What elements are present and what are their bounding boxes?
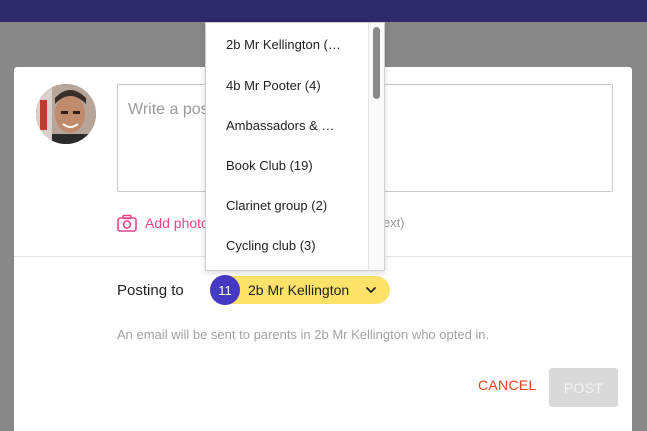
add-photo-button[interactable]: Add photo bbox=[117, 213, 209, 233]
dropdown-item-ambassadors[interactable]: Ambassadors & … bbox=[206, 105, 370, 145]
post-textarea-placeholder: Write a pos bbox=[128, 101, 209, 118]
dropdown-item-4b-mr-pooter[interactable]: 4b Mr Pooter (4) bbox=[206, 65, 370, 105]
dropdown-scrollbar[interactable] bbox=[368, 23, 384, 270]
dropdown-item-2b-mr-kellington[interactable]: 2b Mr Kellington (… bbox=[206, 23, 370, 65]
group-dropdown-menu: 2b Mr Kellington (… 4b Mr Pooter (4) Amb… bbox=[205, 22, 385, 271]
group-dropdown-list: 2b Mr Kellington (… 4b Mr Pooter (4) Amb… bbox=[206, 23, 370, 265]
post-button[interactable]: POST bbox=[549, 368, 618, 407]
selected-group-label: 2b Mr Kellington bbox=[248, 282, 350, 298]
dropdown-scrollbar-thumb[interactable] bbox=[373, 27, 380, 99]
camera-icon bbox=[117, 214, 137, 232]
dropdown-item-cycling-club[interactable]: Cycling club (3) bbox=[206, 225, 370, 265]
posting-to-label: Posting to bbox=[117, 282, 184, 299]
dropdown-item-book-club[interactable]: Book Club (19) bbox=[206, 145, 370, 185]
email-notice: An email will be sent to parents in 2b M… bbox=[117, 327, 490, 342]
avatar bbox=[36, 84, 96, 144]
group-selector[interactable]: 11 2b Mr Kellington bbox=[210, 275, 390, 305]
chevron-down-icon bbox=[366, 287, 376, 293]
add-photo-label: Add photo bbox=[145, 215, 209, 231]
cancel-button[interactable]: CANCEL bbox=[478, 377, 537, 393]
dropdown-item-clarinet-group[interactable]: Clarinet group (2) bbox=[206, 185, 370, 225]
top-navigation-bar bbox=[0, 0, 647, 22]
member-count-badge: 11 bbox=[210, 275, 240, 305]
